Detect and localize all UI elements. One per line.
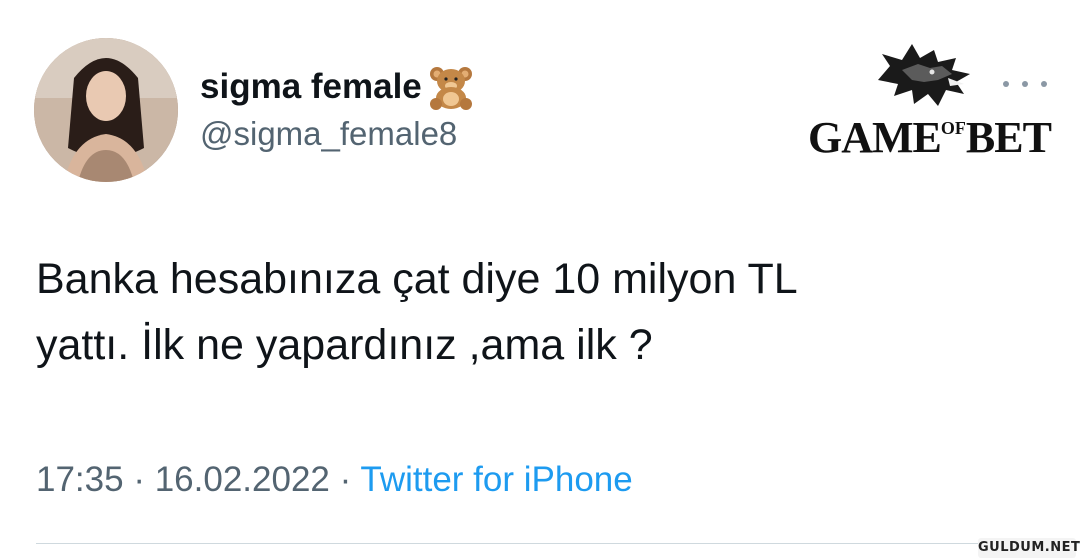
tweet-date[interactable]: 16.02.2022 [155, 460, 330, 499]
avatar-photo [34, 38, 178, 182]
more-horizontal-icon[interactable] [1003, 72, 1047, 96]
tweet-text-line: yattı. İlk ne yapardınız ,ama ilk ? [36, 321, 653, 369]
tweet-source-link[interactable]: Twitter for iPhone [360, 460, 632, 499]
gameofbet-watermark: GAMEOFBET [808, 40, 1052, 162]
divider [36, 543, 1080, 544]
gameofbet-brand-text: GAMEOFBET [808, 113, 1052, 162]
display-name[interactable]: sigma female [200, 67, 422, 107]
tweet-card: sigma female @sigma_female8 GAMEOFBET Ba… [0, 0, 1080, 560]
tweet-text-line: Banka hesabınıza çat diye 10 milyon TL [36, 255, 798, 303]
tweet-time[interactable]: 17:35 [36, 460, 124, 499]
user-handle[interactable]: @sigma_female8 [200, 115, 457, 153]
tweet-meta: 17:35 · 16.02.2022 · Twitter for iPhone [36, 460, 633, 500]
tweet-text: Banka hesabınıza çat diye 10 milyon TL y… [36, 246, 1056, 378]
meta-separator: · [339, 460, 361, 499]
meta-separator: · [133, 460, 155, 499]
wolf-head-icon [878, 44, 970, 106]
site-watermark-badge: GULDUM.NET [978, 538, 1080, 558]
avatar[interactable] [34, 38, 178, 182]
display-name-row[interactable]: sigma female [200, 62, 476, 112]
teddy-bear-emoji-icon [429, 67, 472, 110]
